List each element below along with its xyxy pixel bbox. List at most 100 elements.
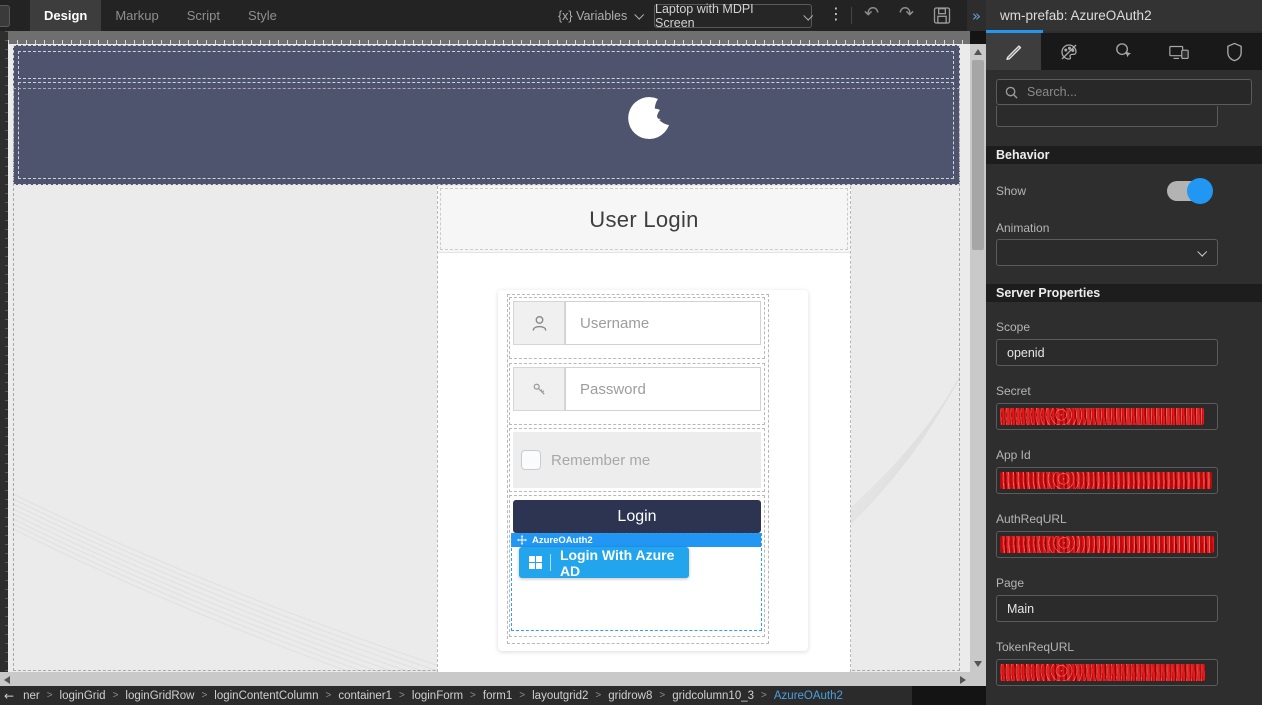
breadcrumb-separator: >	[470, 690, 476, 701]
app-id-label: App Id	[996, 448, 1031, 462]
server-section-header: Server Properties	[986, 284, 1262, 302]
behavior-section-header: Behavior	[986, 146, 1262, 164]
scroll-down-icon[interactable]	[974, 661, 982, 667]
breadcrumb-separator: >	[113, 690, 119, 701]
device-selector[interactable]: Laptop with MDPI Screen	[654, 4, 812, 28]
move-handle-icon[interactable]	[517, 535, 527, 545]
toolbar-divider	[851, 7, 852, 24]
breadcrumb-back-icon[interactable]: ←	[4, 689, 14, 703]
breadcrumb-item[interactable]: container1	[338, 690, 392, 702]
vertical-scrollbar[interactable]	[970, 44, 986, 672]
chevron-down-icon	[635, 10, 645, 20]
breadcrumb-item[interactable]: gridrow8	[608, 690, 652, 702]
tab-styles[interactable]	[1041, 33, 1096, 70]
tab-markup[interactable]: Markup	[101, 0, 172, 31]
behavior-section-title: Behavior	[996, 148, 1050, 162]
login-button[interactable]: Login	[513, 500, 761, 533]
tab-style[interactable]: Style	[234, 0, 291, 31]
mode-tabs: Design Markup Script Style	[30, 0, 291, 31]
azure-login-button[interactable]: Login With Azure AD	[519, 547, 689, 578]
device-selector-value: Laptop with MDPI Screen	[655, 2, 796, 30]
page-header-container[interactable]	[13, 45, 960, 185]
azure-button-label: Login With Azure AD	[560, 547, 689, 579]
auth-req-url-label: AuthReqURL	[996, 512, 1067, 526]
remember-me-row: Remember me	[513, 432, 761, 488]
tab-script[interactable]: Script	[173, 0, 234, 31]
header-content-outline	[18, 82, 954, 179]
breadcrumb-separator: >	[201, 690, 207, 701]
vertical-ruler	[0, 31, 8, 672]
breadcrumb-item[interactable]: gridcolumn10_3	[672, 690, 754, 702]
redo-icon[interactable]: ↷	[899, 3, 914, 24]
tab-properties[interactable]	[986, 33, 1041, 70]
horizontal-scrollbar[interactable]	[0, 672, 970, 686]
password-icon-cell	[513, 367, 565, 411]
breadcrumb-separator: >	[659, 690, 665, 701]
login-button-label: Login	[617, 508, 656, 526]
remember-me-checkbox[interactable]	[521, 450, 541, 470]
page-input[interactable]	[996, 595, 1218, 622]
page-body: User Login	[13, 186, 960, 672]
design-canvas: User Login	[8, 44, 970, 672]
token-req-url-label: TokenReqURL	[996, 640, 1074, 654]
page-title: User Login	[438, 186, 850, 253]
breadcrumb-separator: >	[325, 690, 331, 701]
prefab-selection-bar[interactable]: AzureOAuth2	[511, 533, 761, 547]
variables-label: {x} Variables	[558, 9, 627, 23]
show-label: Show	[996, 184, 1026, 198]
token-req-url-input[interactable]	[996, 659, 1218, 686]
horizontal-ruler	[8, 31, 970, 44]
username-input[interactable]	[565, 301, 761, 345]
save-icon[interactable]	[932, 5, 952, 26]
breadcrumb-separator: >	[761, 690, 767, 701]
scroll-right-icon[interactable]	[960, 676, 966, 684]
breadcrumb-item[interactable]: loginGrid	[60, 690, 106, 702]
login-content-column[interactable]: User Login	[437, 186, 851, 672]
collapse-panel-button[interactable]: »	[967, 0, 986, 31]
search-input[interactable]	[1025, 84, 1229, 100]
animation-select[interactable]	[996, 239, 1218, 266]
prefab-tag-label: AzureOAuth2	[532, 535, 593, 546]
vertical-scroll-thumb[interactable]	[972, 60, 984, 250]
property-search	[996, 79, 1252, 105]
animation-label: Animation	[996, 221, 1049, 235]
secret-input[interactable]	[996, 403, 1218, 430]
password-input[interactable]	[565, 367, 761, 411]
app-logo	[622, 94, 674, 146]
kebab-menu-icon[interactable]: ⋮	[828, 4, 844, 23]
breadcrumb-item[interactable]: loginForm	[412, 690, 463, 702]
left-panel-toggle-icon[interactable]	[0, 5, 10, 27]
breadcrumb-item[interactable]: loginGridRow	[125, 690, 194, 702]
inspector-title-text: wm-prefab: AzureOAuth2	[1000, 8, 1152, 23]
tab-design[interactable]: Design	[30, 0, 101, 31]
property-inspector: wm-prefab: AzureOAuth2	[986, 0, 1262, 705]
breadcrumb-item[interactable]: layoutgrid2	[532, 690, 588, 702]
page-label: Page	[996, 576, 1024, 590]
chevron-down-icon	[803, 10, 813, 20]
scope-label: Scope	[996, 320, 1030, 334]
app-id-input[interactable]	[996, 467, 1218, 494]
chevron-down-icon	[1197, 247, 1207, 257]
breadcrumb-item[interactable]: loginContentColumn	[214, 690, 318, 702]
breadcrumb-separator: >	[399, 690, 405, 701]
tab-events[interactable]	[1096, 33, 1151, 70]
tab-security[interactable]	[1207, 33, 1262, 70]
scope-input[interactable]	[996, 339, 1218, 366]
breadcrumb: ← ner > loginGrid > loginGridRow > login…	[0, 686, 912, 705]
undo-icon[interactable]: ↶	[864, 3, 879, 24]
username-icon-cell	[513, 301, 565, 345]
breadcrumb-item[interactable]: form1	[483, 690, 512, 702]
remember-me-label: Remember me	[551, 432, 650, 488]
redacted-secret-value	[1000, 408, 1204, 425]
inspector-title: wm-prefab: AzureOAuth2	[986, 0, 1262, 31]
variables-dropdown[interactable]: {x} Variables	[558, 0, 642, 31]
breadcrumb-item-selected[interactable]: AzureOAuth2	[774, 690, 843, 702]
scroll-left-icon[interactable]	[4, 676, 10, 684]
scroll-up-icon[interactable]	[974, 49, 982, 55]
scrolled-property-input[interactable]	[996, 106, 1218, 127]
breadcrumb-separator: >	[595, 690, 601, 701]
show-toggle[interactable]	[1167, 181, 1211, 201]
tab-devices[interactable]	[1152, 33, 1207, 70]
breadcrumb-item[interactable]: ner	[23, 690, 40, 702]
auth-req-url-input[interactable]	[996, 531, 1218, 558]
